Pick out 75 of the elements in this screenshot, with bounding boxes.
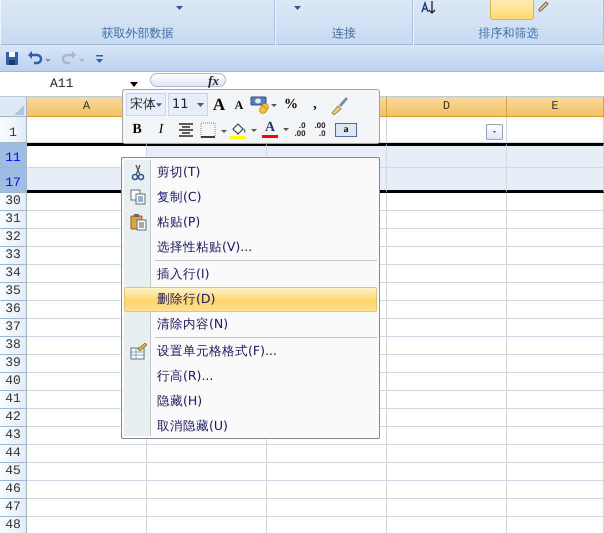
row-header[interactable]: 34	[0, 265, 27, 283]
decimal-button[interactable]: .00 .0	[311, 118, 329, 140]
row-header[interactable]: 39	[0, 355, 27, 373]
money-icon[interactable]	[250, 96, 278, 114]
menu-item[interactable]: 清除内容(N)	[124, 312, 377, 337]
menu-item[interactable]: 复制(C)	[124, 185, 377, 210]
table-cell[interactable]	[507, 143, 604, 168]
menu-item[interactable]: 插入行(I)	[124, 262, 377, 287]
sort-filter-button[interactable]	[490, 0, 534, 20]
corner-triangle-icon	[14, 104, 24, 115]
bold-button[interactable]: B	[126, 118, 148, 140]
filter-dropdown-button[interactable]	[486, 124, 503, 140]
shrink-font-button[interactable]: A	[230, 94, 248, 116]
insert-function-button[interactable]: fx	[150, 73, 226, 87]
save-icon[interactable]	[6, 51, 18, 65]
row-header[interactable]: 47	[0, 499, 27, 517]
name-box[interactable]: A11	[0, 74, 150, 94]
table-cell[interactable]	[27, 143, 147, 168]
row-header[interactable]: 48	[0, 517, 27, 533]
row-header[interactable]: 30	[0, 193, 27, 211]
paste-icon	[130, 214, 147, 231]
group-label: 连接	[331, 25, 357, 42]
row-header[interactable]: 31	[0, 211, 27, 229]
menu-item[interactable]: 行高(R)...	[124, 364, 377, 389]
font-size-field[interactable]: 11	[168, 93, 208, 116]
menu-item[interactable]: 选择性粘贴(V)...	[124, 235, 377, 260]
merge-center-button[interactable]: a	[335, 122, 357, 136]
menu-item[interactable]: 删除行(D)	[124, 287, 377, 312]
italic-button[interactable]: I	[150, 118, 172, 140]
table-cell[interactable]	[387, 143, 507, 168]
row-header[interactable]: 38	[0, 337, 27, 355]
caret-icon	[493, 130, 496, 134]
copy-icon	[130, 189, 147, 206]
column-header[interactable]: D	[387, 97, 507, 117]
row-header[interactable]: 37	[0, 319, 27, 337]
menu-item[interactable]: 粘贴(P)	[124, 210, 377, 235]
sort-icon[interactable]	[420, 0, 436, 14]
borders-icon[interactable]	[200, 122, 228, 138]
row-header[interactable]: 40	[0, 373, 27, 391]
column-header[interactable]: E	[507, 97, 604, 117]
decimal-button[interactable]: .0 .00	[291, 118, 309, 140]
format-button[interactable]: %	[280, 94, 302, 116]
row-header[interactable]: 17	[0, 168, 27, 193]
menu-item[interactable]: 取消隐藏(U)	[124, 414, 377, 439]
customize-icon[interactable]	[96, 53, 103, 63]
font-color-button[interactable]: A	[260, 118, 280, 140]
undo-icon[interactable]	[28, 51, 52, 65]
group-label: 获取外部数据	[100, 25, 174, 42]
row-header[interactable]: 42	[0, 409, 27, 427]
format-cells-icon	[130, 343, 147, 360]
font-size-field[interactable]: 宋体	[126, 93, 166, 116]
row-header[interactable]: 41	[0, 391, 27, 409]
row-header[interactable]: 32	[0, 229, 27, 247]
row-header[interactable]: 11	[0, 143, 27, 168]
dropdown-caret-icon[interactable]	[130, 82, 138, 86]
row-header[interactable]: 43	[0, 427, 27, 445]
group-label: 排序和筛选	[478, 25, 540, 42]
menu-item[interactable]: 隐藏(H)	[124, 389, 377, 414]
align-center-icon[interactable]	[178, 122, 194, 138]
row-header[interactable]: 35	[0, 283, 27, 301]
row-header[interactable]: 36	[0, 301, 27, 319]
row-header[interactable]: 33	[0, 247, 27, 265]
row-header[interactable]: 1	[0, 117, 27, 143]
row-header[interactable]: 46	[0, 481, 27, 499]
menu-item[interactable]: 设置单元格格式(F)...	[124, 339, 377, 364]
select-all-button[interactable]	[0, 97, 27, 117]
dropdown-caret-icon[interactable]	[283, 128, 289, 131]
row-header[interactable]: 45	[0, 463, 27, 481]
row-header[interactable]: 44	[0, 445, 27, 463]
fill-color-icon[interactable]	[230, 120, 258, 138]
scissors-icon	[130, 164, 147, 181]
grow-font-button[interactable]: A	[210, 94, 228, 116]
pencil-icon	[538, 0, 550, 12]
format-button[interactable]: ,	[304, 94, 326, 116]
menu-item[interactable]: 剪切(T)	[124, 160, 377, 185]
